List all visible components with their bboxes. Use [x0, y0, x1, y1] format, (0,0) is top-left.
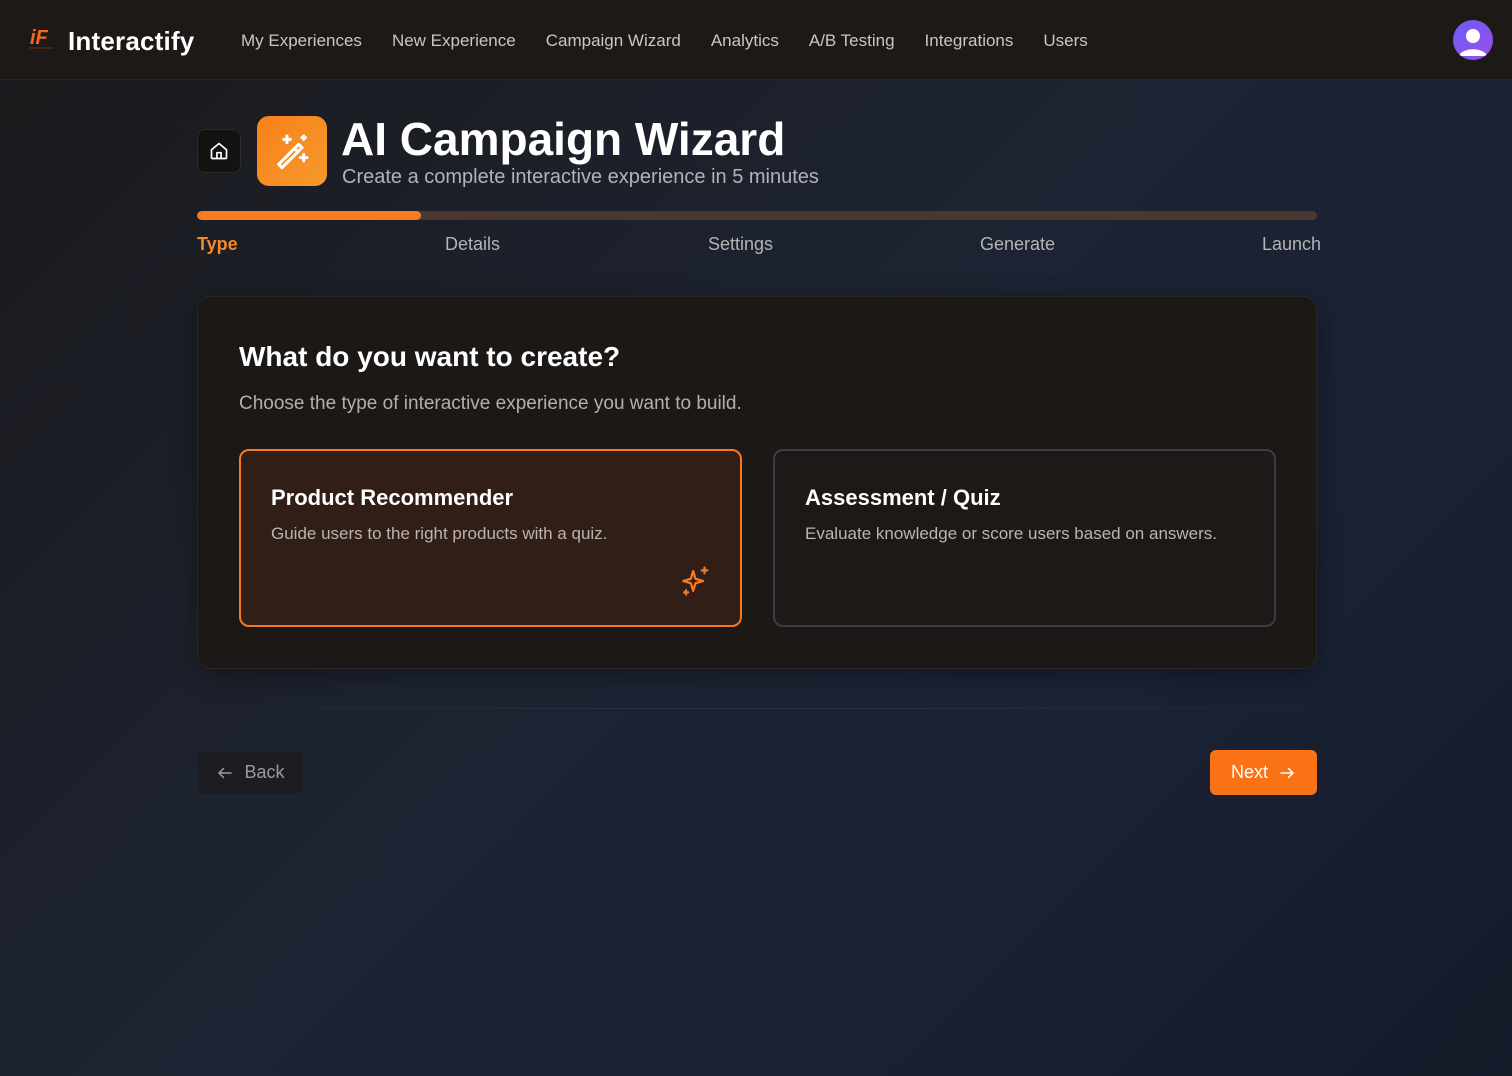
arrow-right-icon	[1278, 764, 1296, 782]
option-title: Product Recommender	[271, 485, 514, 510]
arrow-left-icon	[216, 764, 234, 782]
nav-item-new-experience[interactable]: New Experience	[392, 31, 516, 51]
magic-wand-icon	[257, 116, 327, 186]
experience-type-card: What do you want to create? Choose the t…	[197, 296, 1317, 669]
top-navbar: iF Interactify My Experiences New Experi…	[0, 0, 1512, 80]
nav-item-ab-testing[interactable]: A/B Testing	[809, 31, 895, 51]
back-button-label: Back	[244, 762, 285, 782]
option-description: Evaluate knowledge or score users based …	[805, 524, 1218, 543]
nav-item-analytics[interactable]: Analytics	[711, 31, 779, 51]
page-subtitle: Create a complete interactive experience…	[342, 166, 819, 188]
nav-item-my-experiences[interactable]: My Experiences	[241, 31, 362, 51]
step-details[interactable]: Details	[445, 234, 500, 255]
footer-divider	[197, 708, 1317, 709]
option-description: Guide users to the right products with a…	[271, 524, 608, 543]
next-button[interactable]: Next	[1210, 750, 1317, 795]
step-generate[interactable]: Generate	[980, 234, 1055, 255]
nav-item-users[interactable]: Users	[1043, 31, 1087, 51]
wizard-progress-fill	[197, 211, 421, 220]
brand-logo-icon[interactable]: iF	[26, 24, 56, 54]
back-button[interactable]: Back	[198, 751, 303, 794]
svg-text:iF: iF	[30, 27, 49, 49]
home-button[interactable]	[197, 129, 241, 173]
main-nav: My Experiences New Experience Campaign W…	[241, 31, 1118, 51]
brand-name[interactable]: Interactify	[68, 26, 194, 57]
wizard-progress-bar	[197, 211, 1317, 220]
sparkles-icon	[679, 564, 713, 598]
user-avatar-icon[interactable]	[1453, 20, 1493, 60]
step-type[interactable]: Type	[197, 234, 238, 255]
option-title: Assessment / Quiz	[805, 485, 1001, 510]
card-title: What do you want to create?	[239, 341, 621, 372]
nav-item-campaign-wizard[interactable]: Campaign Wizard	[546, 31, 681, 51]
option-product-recommender[interactable]: Product Recommender Guide users to the r…	[239, 449, 742, 627]
option-assessment-quiz[interactable]: Assessment / Quiz Evaluate knowledge or …	[773, 449, 1276, 627]
page-title: AI Campaign Wizard	[341, 113, 786, 165]
step-settings[interactable]: Settings	[708, 234, 773, 255]
nav-item-integrations[interactable]: Integrations	[925, 31, 1014, 51]
next-button-label: Next	[1230, 762, 1268, 782]
step-launch[interactable]: Launch	[1262, 234, 1321, 255]
card-description: Choose the type of interactive experienc…	[239, 393, 742, 414]
home-icon	[209, 141, 229, 161]
